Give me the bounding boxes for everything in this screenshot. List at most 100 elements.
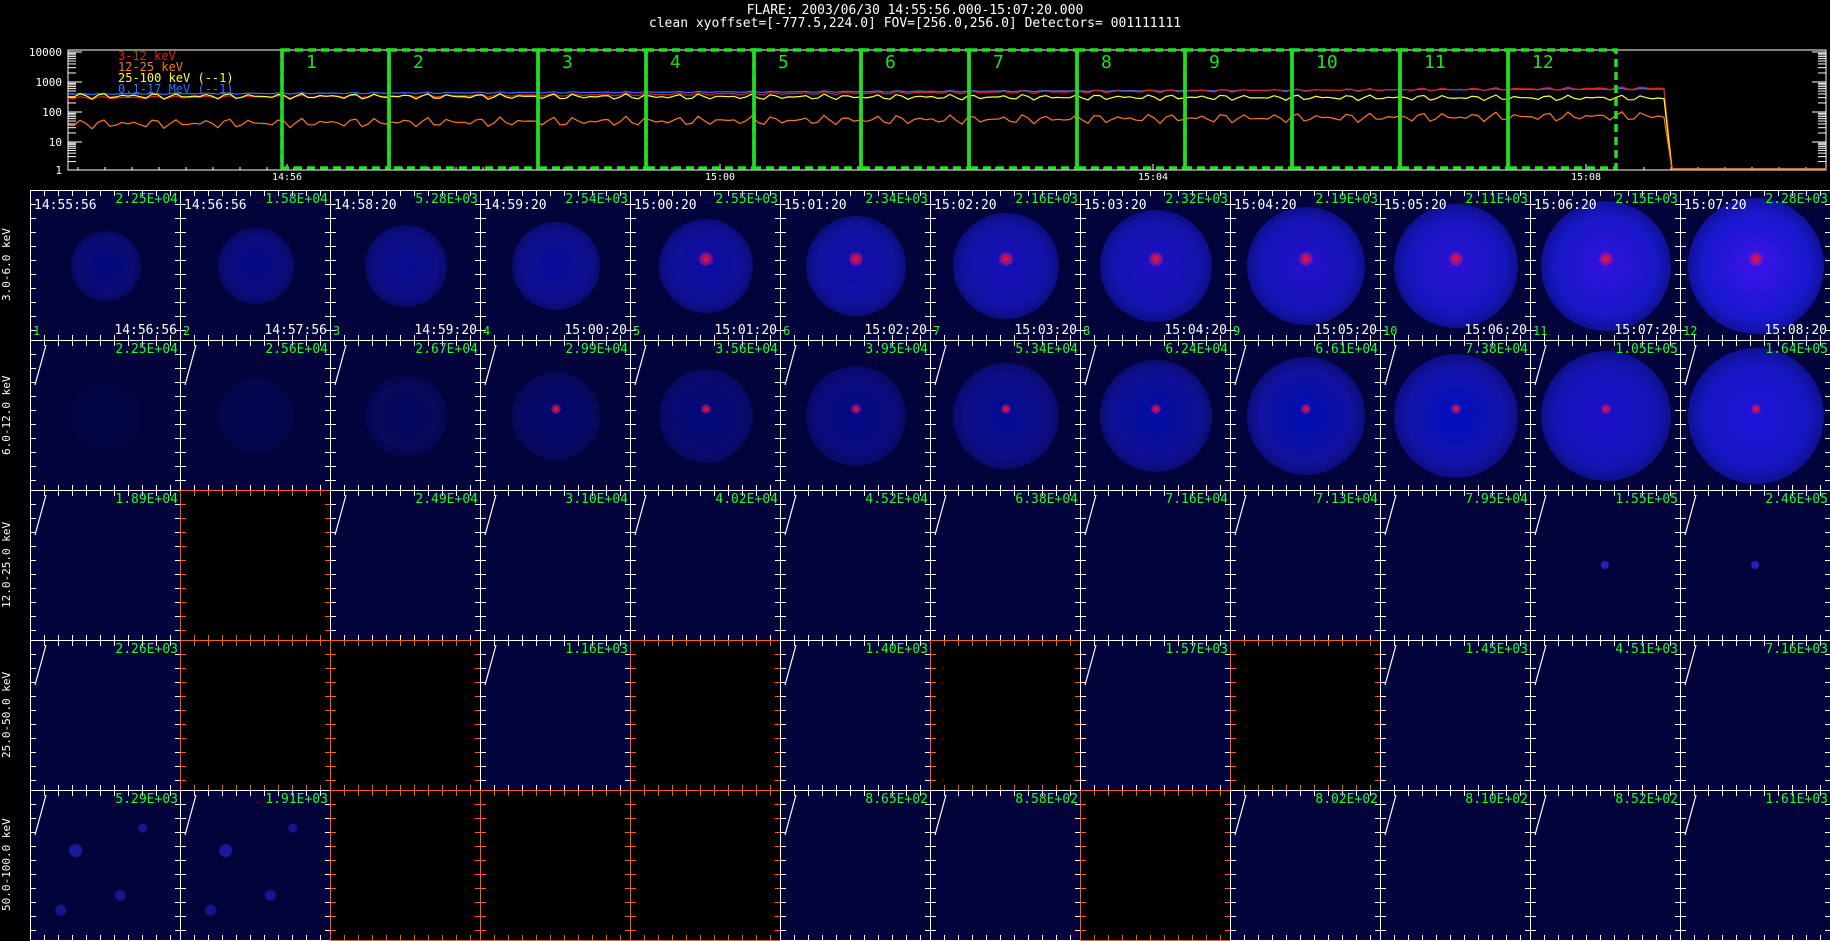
image-cell: 2.67E+04 bbox=[330, 340, 481, 491]
time-start-label: 15:05:20 bbox=[1384, 198, 1447, 213]
interval-box bbox=[752, 48, 863, 170]
time-end-label: 15:00:20 bbox=[564, 323, 627, 338]
image-cell bbox=[330, 640, 481, 791]
image-cell: 2.54E+03 14:59:20 15:00:20 4 bbox=[480, 190, 631, 341]
interval-index-label: 11 bbox=[1533, 324, 1548, 338]
image-cell: 1.55E+05 bbox=[1530, 490, 1681, 641]
count-label: 1.55E+05 bbox=[1615, 492, 1678, 507]
count-label: 2.19E+03 bbox=[1315, 192, 1378, 207]
time-start-label: 15:03:20 bbox=[1084, 198, 1147, 213]
scale-marker-line bbox=[934, 794, 947, 836]
time-start-label: 14:56:56 bbox=[184, 198, 247, 213]
count-label: 1.91E+03 bbox=[265, 792, 328, 807]
count-label: 8.10E+02 bbox=[1465, 792, 1528, 807]
count-label: 2.49E+04 bbox=[415, 492, 478, 507]
source-emission bbox=[1541, 351, 1671, 481]
noise-pattern bbox=[31, 791, 180, 940]
time-start-label: 15:00:20 bbox=[634, 198, 697, 213]
image-cell: 8.58E+02 bbox=[930, 790, 1081, 941]
interval-number: 3 bbox=[562, 52, 573, 73]
image-cell bbox=[480, 790, 631, 941]
source-core bbox=[1599, 252, 1613, 266]
tick-marks bbox=[481, 191, 486, 340]
tick-marks bbox=[1081, 791, 1230, 796]
scale-marker-line bbox=[484, 644, 497, 686]
count-label: 2.11E+03 bbox=[1465, 192, 1528, 207]
time-end-label: 15:06:20 bbox=[1464, 323, 1527, 338]
count-label: 1.16E+03 bbox=[565, 642, 628, 657]
lightcurve-y-tick-label: 1 bbox=[55, 164, 62, 177]
source-core bbox=[1151, 404, 1161, 414]
count-label: 8.65E+02 bbox=[865, 792, 928, 807]
tick-marks bbox=[1681, 935, 1830, 940]
scale-marker-line bbox=[1684, 644, 1697, 686]
image-cell: 4.02E+04 bbox=[630, 490, 781, 641]
time-end-label: 15:07:20 bbox=[1614, 323, 1677, 338]
image-cell: 2.26E+03 bbox=[30, 640, 181, 791]
count-label: 7.95E+04 bbox=[1465, 492, 1528, 507]
source-emission bbox=[512, 372, 600, 460]
image-cell: 1.05E+05 bbox=[1530, 340, 1681, 491]
lightcurve-y-tick-label: 10000 bbox=[29, 46, 62, 59]
scale-marker bbox=[934, 344, 947, 386]
source-emission bbox=[806, 216, 906, 316]
lightcurve-x-tick-label: 15:08 bbox=[1571, 172, 1601, 182]
tick-marks bbox=[1825, 791, 1830, 940]
time-end-label: 15:01:20 bbox=[714, 323, 777, 338]
image-cell: 4.52E+04 bbox=[780, 490, 931, 641]
tick-marks bbox=[931, 935, 1080, 940]
count-label: 8.52E+02 bbox=[1615, 792, 1678, 807]
lightcurve-series bbox=[67, 92, 1826, 170]
image-cell bbox=[630, 640, 781, 791]
energy-band-label: 50.0-100.0 keV bbox=[0, 818, 13, 912]
scale-marker-line bbox=[1234, 344, 1247, 386]
lightcurve-frame bbox=[67, 49, 1827, 171]
time-start-label: 15:01:20 bbox=[784, 198, 847, 213]
image-cell bbox=[180, 640, 331, 791]
scale-marker bbox=[184, 794, 197, 836]
scale-marker-line bbox=[1084, 494, 1097, 536]
interval-box bbox=[1075, 48, 1187, 170]
image-cell: 7.16E+03 bbox=[1680, 640, 1830, 791]
image-cell: 8.02E+02 bbox=[1230, 790, 1381, 941]
count-label: 1.58E+04 bbox=[265, 192, 328, 207]
tick-marks bbox=[631, 935, 780, 940]
time-start-label: 15:02:20 bbox=[934, 198, 997, 213]
tick-marks bbox=[481, 791, 486, 940]
source-emission bbox=[1394, 204, 1518, 328]
scale-marker bbox=[1534, 794, 1547, 836]
scale-marker-line bbox=[1384, 344, 1397, 386]
source-core bbox=[699, 252, 713, 266]
scale-marker bbox=[34, 794, 47, 836]
source-emission bbox=[71, 381, 141, 451]
scale-marker bbox=[634, 344, 647, 386]
source-emission bbox=[365, 225, 447, 307]
scale-marker bbox=[1084, 494, 1097, 536]
source-core bbox=[999, 252, 1013, 266]
count-label: 1.57E+03 bbox=[1165, 642, 1228, 657]
scale-marker bbox=[784, 644, 797, 686]
source-emission bbox=[1688, 198, 1824, 334]
image-cell: 1.45E+03 bbox=[1380, 640, 1531, 791]
scale-marker-line bbox=[934, 494, 947, 536]
source-emission bbox=[1541, 201, 1671, 331]
source-core bbox=[1299, 252, 1313, 266]
tick-marks bbox=[1825, 491, 1830, 640]
interval-index-label: 3 bbox=[333, 324, 341, 338]
energy-band-label: 25.0-50.0 keV bbox=[0, 671, 13, 759]
energy-band-label: 6.0-12.0 keV bbox=[0, 375, 13, 455]
tick-marks bbox=[1681, 191, 1686, 340]
scale-marker-line bbox=[334, 344, 347, 386]
time-start-label: 14:55:56 bbox=[34, 198, 97, 213]
tick-marks bbox=[331, 641, 480, 646]
time-end-label: 14:57:56 bbox=[264, 323, 327, 338]
scale-marker-line bbox=[1684, 344, 1697, 386]
image-parameters: clean xyoffset=[-777.5,224.0] FOV=[256.0… bbox=[648, 16, 1182, 31]
tick-marks bbox=[1825, 341, 1830, 490]
tick-marks bbox=[181, 641, 330, 646]
lightcurve-y-tick-label: 10 bbox=[49, 136, 62, 149]
scale-marker-line bbox=[34, 644, 47, 686]
image-cell: 5.34E+04 bbox=[930, 340, 1081, 491]
count-label: 8.02E+02 bbox=[1315, 792, 1378, 807]
scale-marker bbox=[34, 494, 47, 536]
